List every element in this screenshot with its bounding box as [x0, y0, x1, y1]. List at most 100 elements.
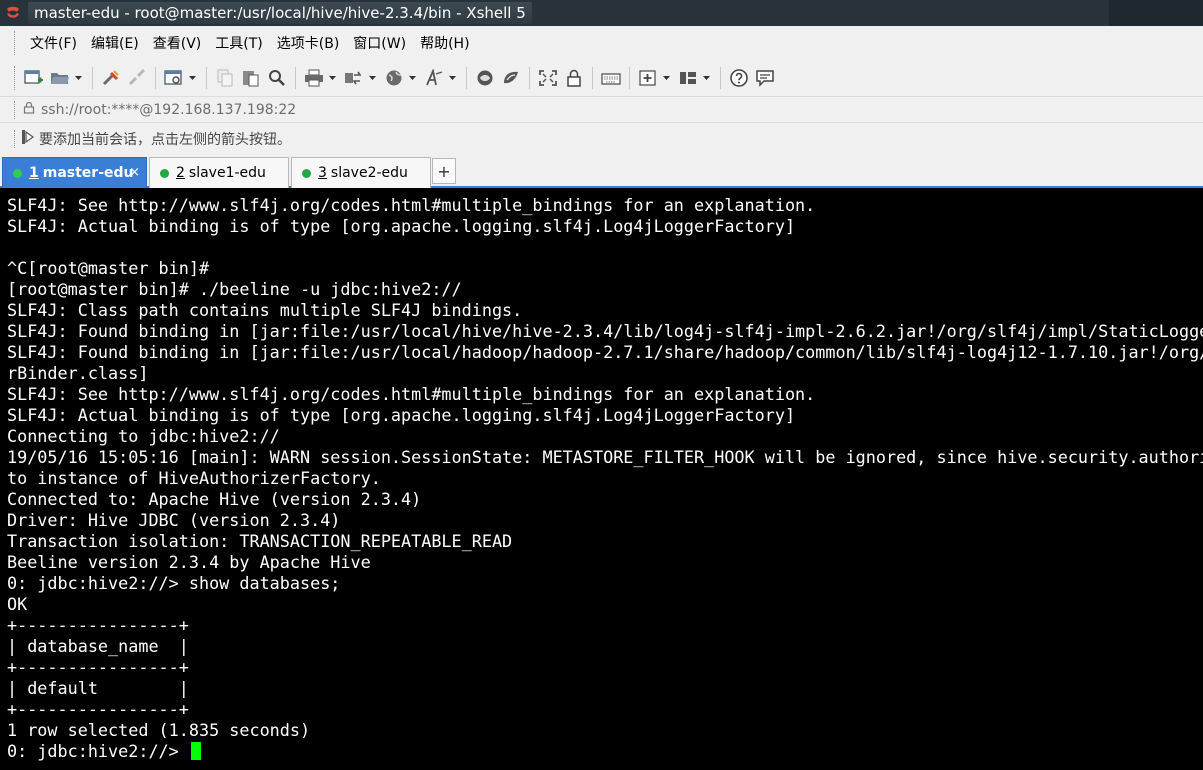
font-icon[interactable] [421, 65, 447, 91]
transfer-dropdown-icon[interactable] [367, 65, 377, 91]
tab-label: slave2-edu [330, 165, 408, 181]
toolbar-separator [592, 67, 593, 89]
find-icon[interactable] [264, 65, 290, 91]
tab-master-edu[interactable]: 1 master-edu × [2, 157, 147, 188]
terminal-line: +----------------+ [7, 615, 189, 635]
menu-help[interactable]: 帮助(H) [413, 31, 476, 55]
terminal-line: 0: jdbc:hive2://> show databases; [7, 573, 341, 593]
terminal-line: SLF4J: Actual binding is of type [org.ap… [7, 216, 796, 236]
terminal-line: 1 row selected (1.835 seconds) [7, 720, 311, 740]
toolbar-separator [206, 67, 207, 89]
terminal-line: | database_name | [7, 636, 189, 656]
xshell-logo-icon[interactable] [2, 0, 24, 26]
window-title: master-edu - root@master:/usr/local/hive… [28, 2, 532, 24]
tab-slave2-edu[interactable]: 3 slave2-edu [291, 157, 431, 188]
menu-window[interactable]: 窗口(W) [346, 31, 413, 55]
terminal-line: +----------------+ [7, 699, 189, 719]
arrow-button-icon[interactable] [21, 129, 35, 149]
layout-dropdown-icon[interactable] [701, 65, 711, 91]
properties-icon[interactable] [161, 65, 187, 91]
copy-icon[interactable] [212, 65, 238, 91]
globe-dropdown-icon[interactable] [407, 65, 417, 91]
tab-label: master-edu [42, 165, 134, 181]
terminal-line: | default | [7, 678, 189, 698]
menu-tabs[interactable]: 选项卡(B) [270, 31, 347, 55]
title-bar-controls-area [1109, 0, 1203, 26]
terminal-line: [root@master bin]# ./beeline -u jdbc:hiv… [7, 279, 462, 299]
tab-number: 3 [318, 165, 327, 181]
add-pane-dropdown-icon[interactable] [661, 65, 671, 91]
toolbar-separator [629, 67, 630, 89]
toolbar-separator [529, 67, 530, 89]
address-bar: ssh://root:****@192.168.137.198:22 [0, 96, 1203, 122]
tab-slave1-edu[interactable]: 2 slave1-edu [149, 157, 289, 188]
terminal-line: rBinder.class] [7, 363, 149, 383]
add-pane-icon[interactable] [635, 65, 661, 91]
session-hint-bar: 要添加当前会话，点击左侧的箭头按钮。 [0, 122, 1203, 154]
chat-icon[interactable] [752, 65, 778, 91]
menu-file[interactable]: 文件(F) [23, 31, 84, 55]
toolbar-grip[interactable] [14, 66, 17, 90]
terminal-line: to instance of HiveAuthorizerFactory. [7, 468, 381, 488]
terminal-line: SLF4J: Found binding in [jar:file:/usr/l… [7, 321, 1203, 341]
addressbar-grip[interactable] [14, 100, 17, 119]
print-icon[interactable] [301, 65, 327, 91]
terminal-line: SLF4J: Actual binding is of type [org.ap… [7, 405, 796, 425]
terminal-line: ^C[root@master bin]# [7, 258, 210, 278]
paste-icon[interactable] [238, 65, 264, 91]
session-tab-strip: 1 master-edu × 2 slave1-edu 3 slave2-edu… [0, 154, 1203, 188]
terminal-line: 19/05/16 15:05:16 [main]: WARN session.S… [7, 447, 1203, 467]
hint-text: 要添加当前会话，点击左侧的箭头按钮。 [39, 131, 291, 148]
properties-dropdown-icon[interactable] [187, 65, 197, 91]
toolbar-separator [720, 67, 721, 89]
terminal-line: SLF4J: Class path contains multiple SLF4… [7, 300, 523, 320]
address-field[interactable]: ssh://root:****@192.168.137.198:22 [41, 102, 296, 118]
font-dropdown-icon[interactable] [447, 65, 457, 91]
menu-view[interactable]: 查看(V) [146, 31, 209, 55]
terminal-prompt-line[interactable]: 0: jdbc:hive2://> [7, 741, 1203, 762]
layout-icon[interactable] [675, 65, 701, 91]
menubar-grip[interactable] [14, 31, 17, 55]
new-session-icon[interactable] [21, 65, 47, 91]
toolbar [0, 60, 1203, 96]
connected-status-dot [13, 168, 22, 178]
add-tab-button[interactable]: + [432, 158, 456, 184]
toolbar-separator [155, 67, 156, 89]
connected-status-dot [302, 168, 311, 178]
toolbar-separator [295, 67, 296, 89]
menu-edit[interactable]: 编辑(E) [84, 31, 146, 55]
globe-icon[interactable] [381, 65, 407, 91]
print-dropdown-icon[interactable] [327, 65, 337, 91]
terminal-line: Connecting to jdbc:hive2:// [7, 426, 280, 446]
terminal-line: OK [7, 594, 28, 614]
toolbar-separator [466, 67, 467, 89]
fullscreen-icon[interactable] [535, 65, 561, 91]
help-icon[interactable] [726, 65, 752, 91]
xshell-icon[interactable] [498, 65, 524, 91]
connect-icon[interactable] [98, 65, 124, 91]
connected-status-dot [160, 168, 169, 178]
terminal-line: SLF4J: See http://www.slf4j.org/codes.ht… [7, 384, 816, 404]
terminal-line: Transaction isolation: TRANSACTION_REPEA… [7, 531, 513, 551]
tab-number: 2 [176, 165, 185, 181]
terminal-output[interactable]: SLF4J: See http://www.slf4j.org/codes.ht… [0, 188, 1203, 770]
xftp-icon[interactable] [472, 65, 498, 91]
open-dropdown-icon[interactable] [73, 65, 83, 91]
menu-tools[interactable]: 工具(T) [208, 31, 269, 55]
tab-close-icon[interactable]: × [129, 165, 140, 180]
terminal-line: Driver: Hive JDBC (version 2.3.4) [7, 510, 341, 530]
terminal-line: Beeline version 2.3.4 by Apache Hive [7, 552, 371, 572]
open-folder-icon[interactable] [47, 65, 73, 91]
lock-icon[interactable] [561, 65, 587, 91]
terminal-line: +----------------+ [7, 657, 189, 677]
hintbar-grip[interactable] [14, 129, 17, 148]
menu-bar: 文件(F) 编辑(E) 查看(V) 工具(T) 选项卡(B) 窗口(W) 帮助(… [0, 26, 1203, 60]
toolbar-separator [92, 67, 93, 89]
keyboard-icon[interactable] [598, 65, 624, 91]
transfer-icon[interactable] [341, 65, 367, 91]
title-bar: master-edu - root@master:/usr/local/hive… [0, 0, 1203, 26]
disconnect-icon[interactable] [124, 65, 150, 91]
terminal-line: SLF4J: See http://www.slf4j.org/codes.ht… [7, 195, 816, 215]
terminal-cursor [190, 742, 201, 760]
